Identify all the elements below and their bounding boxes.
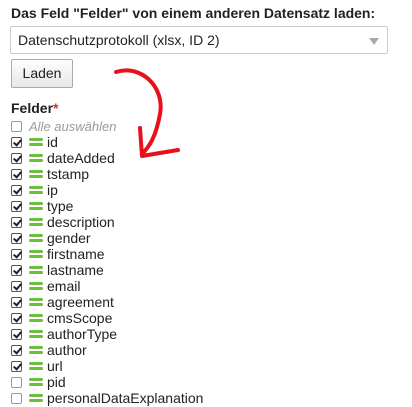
drag-handle-icon[interactable] bbox=[29, 201, 43, 211]
drag-handle-icon[interactable] bbox=[29, 281, 43, 291]
field-item-url[interactable]: url bbox=[11, 358, 203, 374]
field-item-authorType[interactable]: authorType bbox=[11, 326, 203, 342]
field-label: agreement bbox=[47, 294, 114, 310]
field-item-type[interactable]: type bbox=[11, 198, 203, 214]
drag-handle-icon[interactable] bbox=[29, 329, 43, 339]
field-label: firstname bbox=[47, 246, 105, 262]
chevron-down-icon bbox=[369, 38, 379, 45]
field-label: dateAdded bbox=[47, 150, 115, 166]
field-label: email bbox=[47, 278, 81, 294]
select-all-label: Alle auswählen bbox=[29, 118, 117, 134]
drag-handle-icon[interactable] bbox=[29, 153, 43, 163]
field-item-agreement[interactable]: agreement bbox=[11, 294, 203, 310]
field-label: type bbox=[47, 198, 74, 214]
field-checkbox[interactable] bbox=[11, 280, 22, 292]
drag-handle-icon[interactable] bbox=[29, 265, 43, 275]
load-button[interactable]: Laden bbox=[11, 59, 73, 88]
field-list: id dateAdded tstamp ip type description gender… bbox=[11, 134, 203, 406]
field-label: lastname bbox=[47, 262, 104, 278]
field-label: author bbox=[47, 342, 87, 358]
source-record-select[interactable]: Datenschutzprotokoll (xlsx, ID 2) bbox=[10, 26, 388, 54]
field-checkbox[interactable] bbox=[11, 312, 22, 324]
drag-handle-icon[interactable] bbox=[29, 249, 43, 259]
field-label: cmsScope bbox=[47, 310, 113, 326]
drag-handle-icon[interactable] bbox=[29, 233, 43, 243]
field-checkbox[interactable] bbox=[11, 328, 22, 340]
field-checkbox[interactable] bbox=[11, 168, 22, 180]
source-record-value: Datenschutzprotokoll (xlsx, ID 2) bbox=[18, 32, 220, 48]
drag-handle-icon[interactable] bbox=[29, 185, 43, 195]
field-checkbox[interactable] bbox=[11, 216, 22, 228]
drag-handle-icon[interactable] bbox=[29, 313, 43, 323]
drag-handle-icon[interactable] bbox=[29, 169, 43, 179]
field-item-pid[interactable]: pid bbox=[11, 374, 203, 390]
field-item-tstamp[interactable]: tstamp bbox=[11, 166, 203, 182]
field-item-email[interactable]: email bbox=[11, 278, 203, 294]
field-checkbox[interactable] bbox=[11, 296, 22, 308]
field-label: personalDataExplanation bbox=[47, 390, 204, 406]
field-checkbox[interactable] bbox=[11, 376, 22, 388]
drag-handle-icon[interactable] bbox=[29, 393, 43, 403]
select-all-row[interactable]: Alle auswählen bbox=[11, 118, 116, 134]
field-item-cmsScope[interactable]: cmsScope bbox=[11, 310, 203, 326]
field-item-ip[interactable]: ip bbox=[11, 182, 203, 198]
field-label: url bbox=[47, 358, 63, 374]
field-label: authorType bbox=[47, 326, 118, 342]
annotation-arrow-icon bbox=[114, 68, 180, 158]
drag-handle-icon[interactable] bbox=[29, 361, 43, 371]
drag-handle-icon[interactable] bbox=[29, 297, 43, 307]
field-item-personalDataExplanation[interactable]: personalDataExplanation bbox=[11, 390, 203, 406]
field-checkbox[interactable] bbox=[11, 360, 22, 372]
field-checkbox[interactable] bbox=[11, 200, 22, 212]
field-item-author[interactable]: author bbox=[11, 342, 203, 358]
load-heading: Das Feld "Felder" von einem anderen Date… bbox=[11, 5, 376, 21]
field-item-firstname[interactable]: firstname bbox=[11, 246, 203, 262]
drag-handle-icon[interactable] bbox=[29, 137, 43, 147]
field-label: tstamp bbox=[47, 166, 90, 182]
select-all-checkbox[interactable] bbox=[11, 120, 22, 132]
field-item-description[interactable]: description bbox=[11, 214, 203, 230]
field-label: description bbox=[47, 214, 115, 230]
field-checkbox[interactable] bbox=[11, 152, 22, 164]
field-checkbox[interactable] bbox=[11, 248, 22, 260]
fields-label: Felder* bbox=[11, 100, 58, 116]
field-label: ip bbox=[47, 182, 58, 198]
field-item-lastname[interactable]: lastname bbox=[11, 262, 203, 278]
drag-handle-icon[interactable] bbox=[29, 217, 43, 227]
field-item-gender[interactable]: gender bbox=[11, 230, 203, 246]
field-checkbox[interactable] bbox=[11, 136, 22, 148]
field-checkbox[interactable] bbox=[11, 264, 22, 276]
fields-label-text: Felder bbox=[11, 100, 54, 116]
field-label: id bbox=[47, 134, 58, 150]
field-label: pid bbox=[47, 374, 66, 390]
field-checkbox[interactable] bbox=[11, 344, 22, 356]
required-mark: * bbox=[53, 100, 59, 116]
field-checkbox[interactable] bbox=[11, 232, 22, 244]
field-checkbox[interactable] bbox=[11, 392, 22, 404]
field-checkbox[interactable] bbox=[11, 184, 22, 196]
drag-handle-icon[interactable] bbox=[29, 345, 43, 355]
drag-handle-icon[interactable] bbox=[29, 377, 43, 387]
field-label: gender bbox=[47, 230, 91, 246]
